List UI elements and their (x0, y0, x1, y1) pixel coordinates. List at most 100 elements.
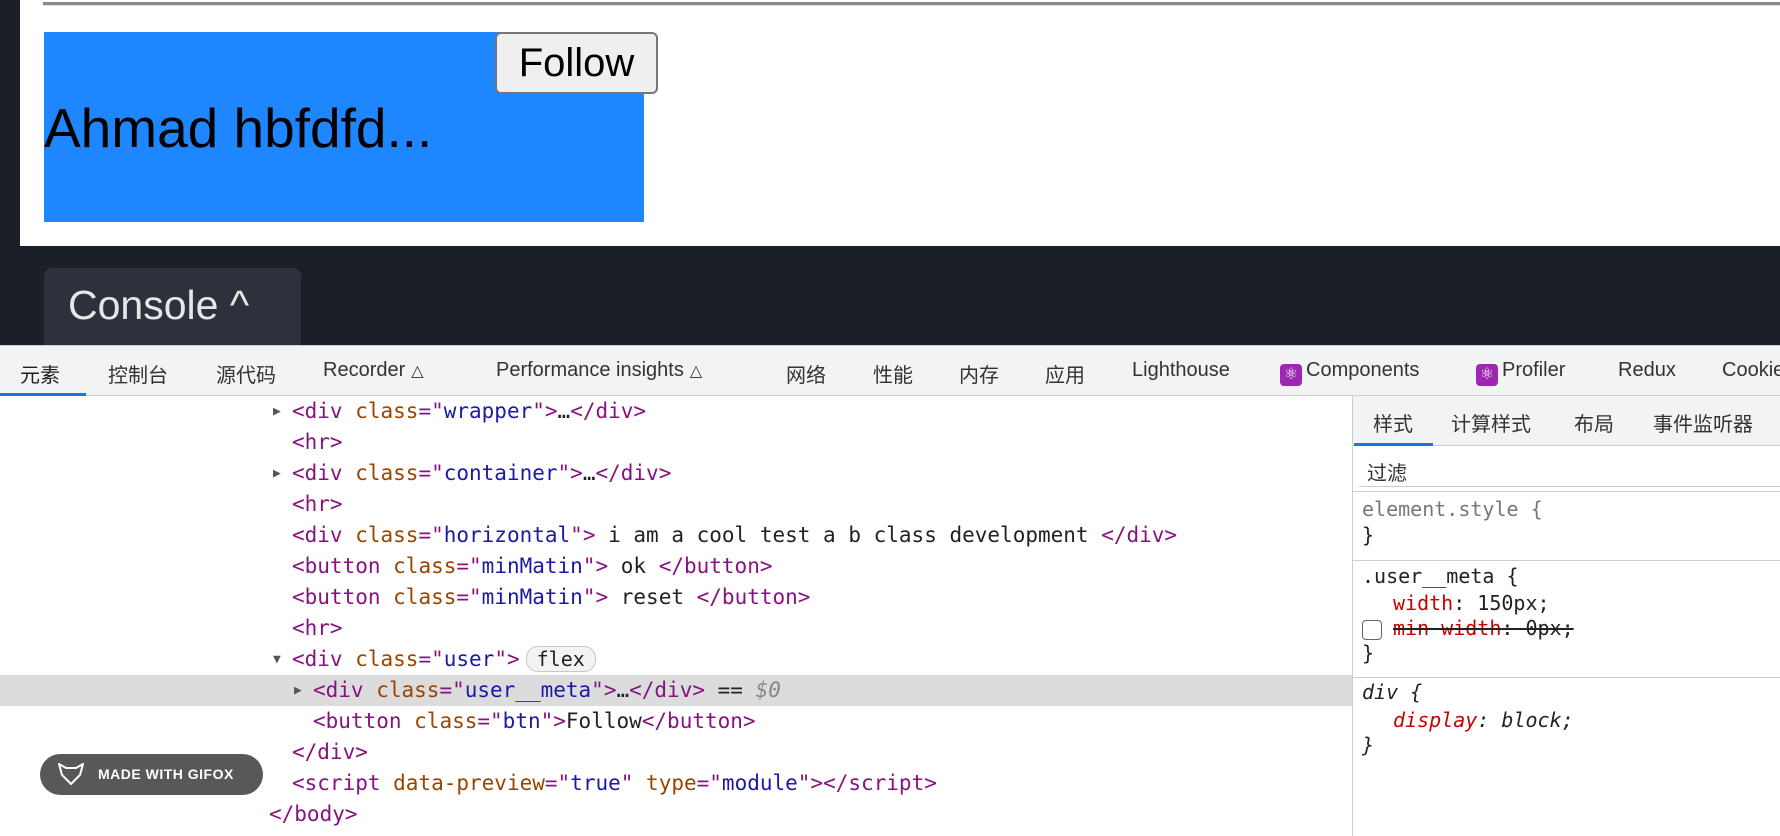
markup-token: data-preview (393, 771, 545, 795)
markup-token: class (355, 399, 419, 423)
node-markup: </div> (292, 737, 368, 768)
markup-token: =" (418, 523, 444, 547)
node-hr[interactable]: <hr> (0, 613, 1352, 644)
horizontal-rule (43, 2, 1780, 6)
markup-token: class (355, 523, 419, 547)
expand-triangle-icon[interactable]: ▶ (294, 675, 302, 706)
markup-token: class (414, 709, 478, 733)
property-value: : 0px; (1501, 616, 1574, 640)
markup-token: class (376, 678, 440, 702)
markup-token: </div> (1101, 523, 1178, 547)
tab-components-label: Components (1306, 359, 1420, 381)
tab-cookies[interactable]: Cookies (1722, 359, 1780, 382)
markup-token: <hr> (292, 616, 343, 640)
styles-filter-input[interactable]: 过滤 (1359, 451, 1780, 487)
markup-token: <div (292, 523, 356, 547)
style-declaration-min-width[interactable]: min-width: 0px; (1393, 616, 1574, 640)
tab-console[interactable]: 控制台 (108, 359, 168, 388)
markup-token: wrapper (443, 399, 533, 423)
markup-token: <hr> (292, 492, 343, 516)
markup-token: =" (696, 771, 722, 795)
node-body-close[interactable]: </body> (0, 799, 1352, 830)
tab-styles[interactable]: 样式 (1373, 408, 1413, 437)
markup-token: </button> (658, 554, 773, 578)
tab-components[interactable]: ⚛ Components (1280, 359, 1419, 386)
tab-application[interactable]: 应用 (1045, 359, 1085, 388)
tab-sources[interactable]: 源代码 (216, 359, 276, 388)
markup-token: <button (313, 709, 415, 733)
node-markup: <button class="minMatin"> ok </button> (292, 551, 773, 582)
flask-icon: △ (411, 363, 424, 380)
node-button-reset[interactable]: <button class="minMatin"> reset </button… (0, 582, 1352, 613)
node-div-container[interactable]: ▶ <div class="container">…</div> (0, 458, 1352, 489)
markup-token: </div> (595, 461, 672, 485)
markup-token: user__meta (464, 678, 592, 702)
property-name: width (1393, 591, 1454, 615)
markup-token: class (355, 647, 419, 671)
markup-token: "> (591, 678, 617, 702)
user-meta-selector: .user__meta { (1362, 564, 1519, 588)
markup-token: "> (540, 709, 566, 733)
console-toggle-button[interactable]: Console ^ (44, 268, 301, 348)
markup-token: <div (292, 647, 356, 671)
markup-token: <hr> (292, 430, 343, 454)
tab-redux[interactable]: Redux (1618, 359, 1676, 382)
react-icon: ⚛ (1280, 364, 1302, 386)
markup-token: container (443, 461, 558, 485)
node-button-follow[interactable]: <button class="btn">Follow</button> (0, 706, 1352, 737)
tab-performance[interactable]: 性能 (873, 359, 913, 388)
tab-lighthouse[interactable]: Lighthouse (1132, 359, 1230, 382)
follow-button[interactable]: Follow (495, 32, 658, 94)
flex-badge[interactable]: flex (525, 646, 596, 672)
markup-token: </body> (269, 802, 358, 826)
user-name-heading: Ahmad hbfdfd... (44, 97, 433, 159)
tab-performance-insights-label: Performance insights (496, 359, 684, 381)
markup-token: =" (418, 399, 444, 423)
style-declaration-width[interactable]: width: 150px; (1393, 591, 1550, 615)
markup-token: module (721, 771, 798, 795)
node-div-user[interactable]: ▼ <div class="user"> flex (0, 644, 1352, 675)
node-markup: </body> (269, 799, 358, 830)
markup-token: "></script> (797, 771, 937, 795)
chevron-up-icon: ^ (229, 282, 250, 328)
markup-token: class (355, 461, 419, 485)
property-name: min-width (1393, 616, 1502, 640)
tab-profiler[interactable]: ⚛ Profiler (1476, 359, 1565, 386)
tab-elements[interactable]: 元素 (20, 359, 60, 388)
tab-layout[interactable]: 布局 (1574, 408, 1614, 437)
markup-token: type (646, 771, 697, 795)
node-button-ok[interactable]: <button class="minMatin"> ok </button> (0, 551, 1352, 582)
markup-token: <div (313, 678, 377, 702)
node-markup: <div class="user"> flex (292, 644, 596, 675)
tab-event-listeners[interactable]: 事件监听器 (1653, 408, 1753, 437)
declaration-checkbox[interactable] (1362, 620, 1382, 640)
tab-memory[interactable]: 内存 (959, 359, 999, 388)
node-div-horizontal[interactable]: <div class="horizontal"> i am a cool tes… (0, 520, 1352, 551)
tab-recorder[interactable]: Recorder △ (323, 359, 424, 382)
styles-pane: 样式 计算样式 布局 事件监听器 过滤 element.style { } .u… (1352, 396, 1780, 836)
markup-token: =" (418, 461, 444, 485)
node-hr[interactable]: <hr> (0, 427, 1352, 458)
expand-triangle-open-icon[interactable]: ▼ (273, 644, 281, 675)
gifox-watermark: MADE WITH GIFOX (40, 754, 263, 795)
markup-token: … (582, 461, 596, 485)
tab-computed[interactable]: 计算样式 (1451, 408, 1531, 437)
watermark-text: MADE WITH GIFOX (98, 766, 234, 782)
node-div-wrapper[interactable]: ▶ <div class="wrapper">…</div> (0, 396, 1352, 427)
markup-token: ok (608, 554, 659, 578)
rule-close: } (1362, 641, 1375, 665)
node-markup: <button class="btn">Follow</button> (313, 706, 756, 737)
markup-token: "> (582, 585, 609, 609)
node-hr[interactable]: <hr> (0, 489, 1352, 520)
div-selector: div { (1362, 680, 1423, 704)
tab-network[interactable]: 网络 (786, 359, 826, 388)
tab-performance-insights[interactable]: Performance insights △ (496, 359, 702, 382)
markup-token: "> (494, 647, 520, 671)
node-div-user-meta[interactable]: ▶ <div class="user__meta">…</div> == $0 (0, 675, 1352, 706)
active-tab-indicator (1354, 443, 1433, 446)
node-markup: <div class="horizontal"> i am a cool tes… (292, 520, 1177, 551)
expand-triangle-icon[interactable]: ▶ (273, 396, 281, 427)
node-markup: <hr> (292, 613, 343, 644)
fox-logo-icon (58, 763, 84, 785)
expand-triangle-icon[interactable]: ▶ (273, 458, 281, 489)
